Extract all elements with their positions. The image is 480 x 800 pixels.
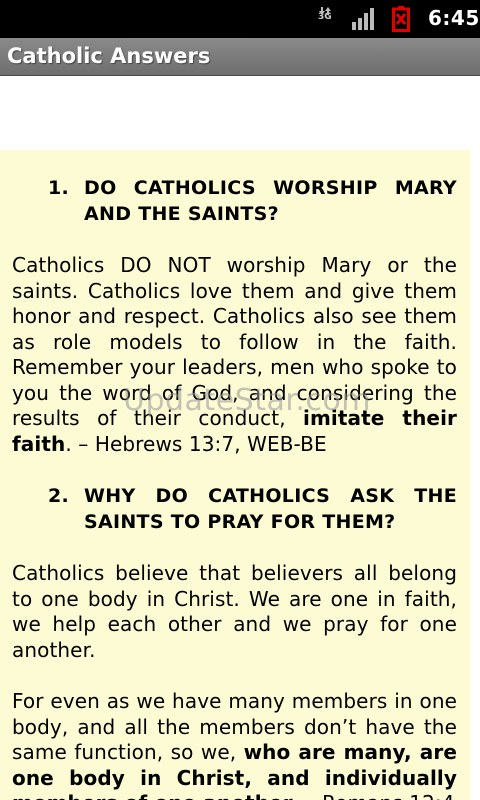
answer-paragraph-2: Catholics believe that believers all bel… [12,561,457,663]
question-text-2: WHY DO CATHOLICS ASK THE SAINTS TO PRAY … [84,485,457,533]
app-title: Catholic Answers [7,44,211,68]
app-title-bar: Catholic Answers [0,38,480,76]
3g-data-icon [319,7,331,15]
signal-strength-icon [352,8,374,30]
scripture-paragraph-3: For even as we have many members in one … [12,689,457,800]
answer-paragraph-1: Catholics DO NOT worship Mary or the sai… [12,253,457,457]
question-text-1: DO CATHOLICS WORSHIP MARY AND THE SAINTS… [84,177,457,225]
question-heading-1: 1. DO CATHOLICS WORSHIP MARY AND THE SAI… [12,175,457,227]
scroll-gutter [470,150,480,800]
question-number-2: 2. [48,485,70,507]
question-number-1: 1. [48,177,70,199]
scripture-reference-3: . – Romans 12:4 [293,791,455,800]
battery-alert-icon [392,6,410,32]
answer-text-1: Catholics DO NOT worship Mary or the sai… [12,253,457,354]
blank-area [0,77,480,150]
status-bar: 3G 6:45 [0,0,480,38]
question-heading-2: 2. WHY DO CATHOLICS ASK THE SAINTS TO PR… [12,483,457,535]
status-clock: 6:45 [428,6,480,30]
scripture-reference-1: . – Hebrews 13:7, WEB-BE [65,431,327,456]
answer-text-2: Catholics believe that believers all bel… [12,561,457,662]
article-content[interactable]: 1. DO CATHOLICS WORSHIP MARY AND THE SAI… [0,150,470,800]
